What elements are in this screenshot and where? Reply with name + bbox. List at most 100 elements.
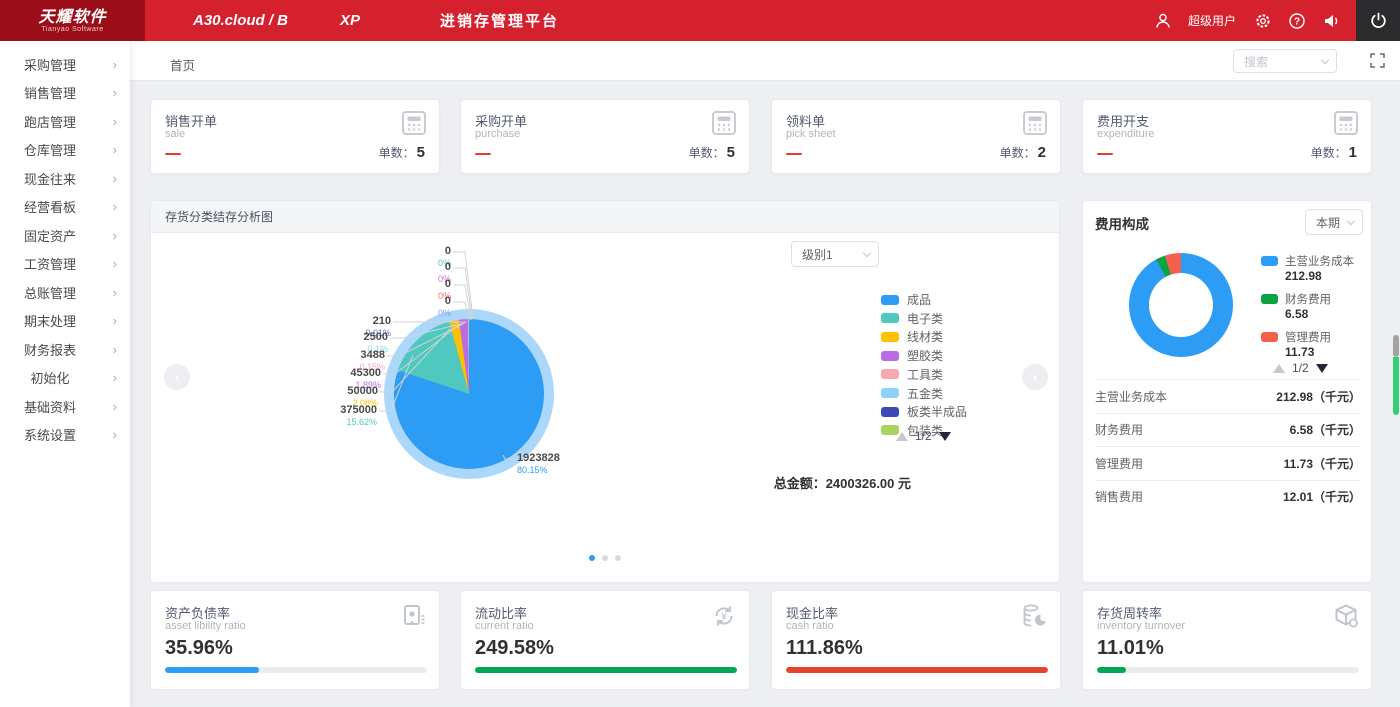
expense-row-value: 11.73（千元）: [1283, 456, 1361, 471]
legend-swatch: [1261, 256, 1278, 266]
legend-label: 成品: [907, 293, 932, 307]
legend-label: 塑胶类: [907, 349, 944, 364]
chevron-right-icon: ›: [112, 370, 117, 386]
inventory-chart-body: 级别1 0 0% 0 0% 0 0% 0 0% 210 0.01% 2500 0.1% 3488 0.15…: [151, 233, 1059, 582]
legend-item-塑胶类[interactable]: 塑胶类: [881, 347, 943, 364]
legend-swatch: [881, 294, 899, 305]
carousel-dot-2[interactable]: [602, 555, 608, 561]
level-select[interactable]: 级别1: [791, 241, 879, 267]
legend-label: 板类半成品: [907, 405, 968, 420]
legend-value: 11.73: [1285, 345, 1315, 359]
donut-legend-item-财务费用[interactable]: 财务费用 6.58: [1261, 291, 1331, 321]
sidebar-item-8[interactable]: 工资管理 ›: [0, 250, 130, 279]
card-expenditure[interactable]: 费用开支 expenditure 单数： 1: [1082, 99, 1372, 174]
sidebar-item-label: 跑店管理: [23, 114, 76, 130]
card-purchase-order[interactable]: 采购开单 purchase 单数： 5: [460, 99, 750, 174]
period-select[interactable]: 本期: [1305, 209, 1363, 235]
legend-swatch: [881, 313, 899, 324]
legend-page-down-icon[interactable]: [1315, 363, 1328, 373]
help-icon[interactable]: ?: [1288, 12, 1306, 30]
ratio-subtitle: inventory turnover: [1097, 620, 1186, 632]
sidebar-item-4[interactable]: 仓库管理 ›: [0, 136, 130, 165]
carousel-dot-3[interactable]: [615, 555, 621, 561]
sidebar-item-6[interactable]: 经营看板 ›: [0, 193, 130, 222]
announcement-speaker-icon[interactable]: [1322, 12, 1340, 30]
sidebar-item-12[interactable]: 初始化 ›: [0, 364, 130, 393]
card-count: 单数： 5: [688, 144, 735, 161]
sidebar-item-1[interactable]: 采购管理 ›: [0, 50, 130, 79]
progress-fill: [1097, 667, 1126, 673]
chevron-right-icon: ›: [112, 113, 117, 129]
donut-legend-item-主营业务成本[interactable]: 主营业务成本 212.98: [1261, 253, 1354, 283]
card-current-ratio: 流动比率 current ratio 249.58% ¥: [460, 590, 750, 690]
red-dash: [165, 152, 181, 155]
chevron-right-icon: ›: [112, 199, 117, 215]
period-select-value: 本期: [1316, 215, 1341, 230]
logo-title: 天耀软件: [38, 8, 107, 26]
sidebar-item-5[interactable]: 现金往来 ›: [0, 164, 130, 193]
legend-page-up-icon[interactable]: [896, 431, 908, 441]
chevron-right-icon: ›: [112, 313, 117, 329]
sidebar-item-10[interactable]: 期末处理 ›: [0, 307, 130, 336]
ratio-subtitle: asset libility ratio: [165, 620, 246, 632]
legend-item-电子类[interactable]: 电子类: [881, 310, 943, 327]
sidebar-item-9[interactable]: 总账管理 ›: [0, 278, 130, 307]
scrollbar-thumb[interactable]: [1393, 335, 1399, 357]
svg-text:¥: ¥: [721, 612, 726, 622]
legend-pager: 1/2: [896, 429, 951, 443]
legend-item-成品[interactable]: 成品: [881, 291, 931, 308]
sidebar-item-2[interactable]: 销售管理 ›: [0, 79, 130, 108]
card-count: 单数： 1: [1310, 144, 1357, 161]
legend-page-down-icon[interactable]: [938, 431, 951, 441]
carousel-dots: [589, 555, 628, 561]
legend-page-up-icon[interactable]: [1273, 363, 1285, 373]
legend-item-五金类[interactable]: 五金类: [881, 385, 943, 402]
chevron-right-icon: ›: [112, 85, 117, 101]
chevron-right-icon: ›: [112, 256, 117, 272]
legend-item-工具类[interactable]: 工具类: [881, 366, 943, 383]
calculator-icon: [1022, 110, 1048, 141]
donut-legend-item-管理费用[interactable]: 管理费用 11.73: [1261, 329, 1331, 359]
card-asset-liability-ratio: 资产负债率 asset libility ratio 35.96%: [150, 590, 440, 690]
sidebar-item-7[interactable]: 固定资产 ›: [0, 221, 130, 250]
card-cash-ratio: 现金比率 cash ratio 111.86%: [771, 590, 1061, 690]
fullscreen-icon[interactable]: [1370, 53, 1385, 73]
red-dash: [786, 152, 802, 155]
sidebar-item-11[interactable]: 财务报表 ›: [0, 335, 130, 364]
expense-row: 销售费用 12.01（千元）: [1095, 479, 1361, 514]
sidebar-item-14[interactable]: 系统设置 ›: [0, 421, 130, 450]
legend-item-线材类[interactable]: 线材类: [881, 328, 943, 345]
sidebar-item-13[interactable]: 基础资料 ›: [0, 392, 130, 421]
settings-gear-icon[interactable]: [1254, 12, 1272, 30]
current-user-label[interactable]: 超级用户: [1188, 12, 1236, 29]
card-subtitle: expenditure: [1097, 128, 1155, 140]
chevron-right-icon: ›: [112, 170, 117, 186]
legend-item-板类半成品[interactable]: 板类半成品: [881, 403, 967, 420]
inventory-pie[interactable]: [394, 319, 544, 469]
calculator-icon: [711, 110, 737, 141]
breadcrumb[interactable]: 首页: [170, 55, 195, 74]
chevron-right-icon: ›: [112, 341, 117, 357]
progress-track: [1097, 667, 1359, 673]
panel-title: 存货分类结存分析图: [151, 201, 1059, 233]
cube-icon: [1333, 603, 1359, 634]
search-input[interactable]: 搜索: [1233, 49, 1337, 73]
card-pick-sheet[interactable]: 领料单 pick sheet 单数： 2: [771, 99, 1061, 174]
legend-swatch: [1261, 332, 1278, 342]
carousel-prev-button[interactable]: ‹: [164, 364, 190, 390]
user-icon[interactable]: [1154, 12, 1172, 30]
legend-label: 主营业务成本: [1285, 256, 1354, 268]
carousel-next-button[interactable]: ›: [1022, 364, 1048, 390]
sidebar-item-label: 工资管理: [23, 257, 76, 273]
chevron-right-icon: ›: [112, 284, 117, 300]
carousel-dot-1[interactable]: [589, 555, 595, 561]
expense-row-value: 12.01（千元）: [1282, 490, 1361, 505]
card-sales-order[interactable]: 销售开单 sale 单数： 5: [150, 99, 440, 174]
sidebar-item-3[interactable]: 跑店管理 ›: [0, 107, 130, 136]
scrollbar-indicator[interactable]: [1393, 357, 1399, 415]
legend-swatch: [881, 406, 899, 417]
progress-track: [475, 667, 737, 673]
power-logout-button[interactable]: [1356, 0, 1400, 41]
card-inventory-turnover: 存货周转率 inventory turnover 11.01%: [1082, 590, 1372, 690]
expense-row: 主营业务成本 212.98（千元）: [1095, 379, 1361, 413]
